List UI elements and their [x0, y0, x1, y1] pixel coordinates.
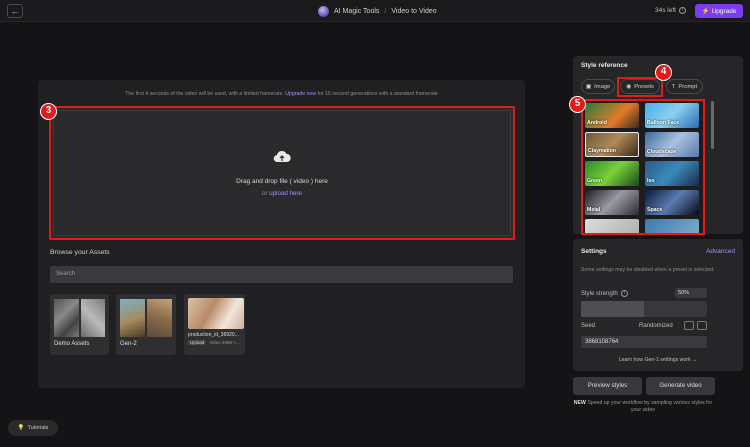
marker-5: 5: [569, 96, 586, 113]
video-dropzone[interactable]: Drag and drop file ( video ) here or upl…: [49, 106, 515, 240]
tab-label: Prompt: [678, 83, 698, 90]
slider-fill: [581, 301, 644, 317]
upload-cloud-icon: [273, 150, 291, 163]
thumbnail: [147, 299, 172, 337]
preset-label: Cloudscape: [647, 149, 677, 155]
breadcrumb-app[interactable]: AI Magic Tools: [334, 8, 379, 15]
upgrade-now-link[interactable]: Upgrade now: [285, 91, 316, 97]
info-icon[interactable]: i: [678, 7, 686, 14]
breadcrumb: AI Magic Tools / Video to Video: [318, 4, 437, 18]
learn-settings-link[interactable]: Learn how Gen-1 settings work →: [573, 357, 743, 363]
seed-label: Seed: [581, 323, 596, 329]
advanced-toggle[interactable]: Advanced: [706, 248, 735, 255]
top-bar: ← AI Magic Tools / Video to Video 34s le…: [0, 0, 750, 22]
browse-assets-title: Browse your Assets: [50, 249, 110, 256]
video-meta: Upload Video 4096 ×...: [188, 340, 240, 345]
tab-prompt[interactable]: T Prompt: [666, 79, 703, 94]
upload-link[interactable]: upload here: [269, 190, 302, 197]
preset-metal[interactable]: Metal: [585, 190, 639, 215]
preset-android[interactable]: Android: [585, 103, 639, 128]
thumbnail: [80, 299, 105, 337]
info-icon[interactable]: i: [620, 290, 628, 297]
preset-label: Metal: [587, 207, 601, 213]
marker-4: 4: [655, 64, 672, 81]
new-badge: NEW: [573, 400, 586, 406]
style-strength-label: Style strength i: [581, 290, 628, 297]
style-strength-slider[interactable]: [581, 301, 707, 317]
dropzone-inner: [53, 110, 511, 236]
preset-label: Claymation: [588, 148, 616, 154]
upgrade-label: Upgrade: [711, 7, 737, 15]
presets-grid: Android Balloon Face Claymation Cloudsca…: [581, 99, 705, 235]
preset-cloudscape[interactable]: Cloudscape: [645, 132, 699, 157]
marker-3: 3: [40, 103, 57, 120]
asset-video-item[interactable]: production_id_36920... Upload Video 4096…: [184, 294, 245, 355]
speed-up-note: NEW Speed up your workflow by sampling v…: [573, 400, 713, 414]
tutorials-button[interactable]: 💡 Tutorials: [8, 420, 58, 436]
presets-scrollbar[interactable]: [711, 101, 714, 149]
lightbulb-icon: 💡: [17, 425, 25, 431]
image-icon: ▣: [585, 83, 592, 90]
tab-image[interactable]: ▣ Image: [581, 79, 615, 94]
speed-up-text: Speed up your workflow by sampling vario…: [587, 400, 713, 413]
drop-or: or: [262, 190, 268, 197]
upload-tag: Upload: [188, 340, 207, 345]
preset-label: Green: [587, 178, 602, 184]
breadcrumb-page: Video to Video: [391, 7, 437, 15]
folder-thumbnails: [120, 299, 172, 337]
preset-space[interactable]: Space: [645, 190, 699, 215]
preset-partial[interactable]: [585, 219, 639, 233]
style-strength-input[interactable]: 50%: [675, 288, 707, 298]
preset-iso[interactable]: Iso: [645, 161, 699, 186]
breadcrumb-separator: /: [384, 7, 387, 15]
video-name: production_id_36920...: [188, 332, 239, 338]
preset-balloon-face[interactable]: Balloon Face: [645, 103, 699, 128]
lock-icon[interactable]: [697, 321, 707, 330]
video-meta-text: Video 4096 ×...: [209, 340, 240, 345]
arrow-left-icon[interactable]: ←: [7, 4, 23, 18]
preset-label: Iso: [647, 178, 655, 184]
preset-label: Space: [647, 207, 663, 213]
main-panel: The first 4 seconds of the video will be…: [38, 80, 525, 388]
folder-thumbnails: [54, 299, 105, 337]
asset-folder-demo[interactable]: Demo Assets: [50, 294, 109, 355]
preset-claymation[interactable]: Claymation: [585, 132, 639, 157]
style-strength-text: Style strength: [581, 290, 618, 297]
folder-label: Gen-2: [120, 341, 137, 347]
upgrade-button[interactable]: ⚡ Upgrade: [695, 4, 743, 18]
notice-text-end: for 15 second generations with a standar…: [317, 91, 438, 97]
highlight-presets-box: [617, 77, 663, 97]
assets-search-input[interactable]: Search: [50, 266, 513, 283]
asset-folder-gen2[interactable]: Gen-2: [116, 294, 176, 355]
credits-text: 34s left: [655, 7, 676, 14]
settings-note: Some settings may be disabled when a pre…: [581, 267, 715, 273]
text-icon: T: [671, 83, 676, 90]
randomize-toggle[interactable]: [684, 321, 694, 330]
thumbnail: [120, 299, 145, 337]
drop-title: Drag and drop file ( video ) here: [236, 178, 328, 185]
randomized-label: Randomized: [639, 323, 673, 329]
settings-panel: Settings Advanced Some settings may be d…: [573, 239, 743, 371]
tab-label: Image: [594, 83, 611, 90]
lightning-icon: ⚡: [701, 8, 710, 15]
app-avatar: [318, 5, 329, 17]
preset-partial[interactable]: [645, 219, 699, 233]
thumbnail: [54, 299, 79, 337]
tutorials-label: Tutorials: [27, 425, 49, 431]
seed-input[interactable]: 3868108764: [581, 336, 707, 348]
preset-green[interactable]: Green: [585, 161, 639, 186]
video-thumbnail: [188, 298, 244, 329]
style-reference-title: Style reference: [581, 62, 628, 69]
drop-subtitle: or upload here: [51, 190, 513, 197]
credits-remaining: 34s left i: [655, 7, 686, 14]
notice-text: The first 4 seconds of the video will be…: [125, 91, 284, 97]
generate-video-button[interactable]: Generate video: [646, 377, 715, 395]
folder-label: Demo Assets: [54, 341, 90, 347]
preset-label: Android: [587, 120, 607, 126]
framerate-notice: The first 4 seconds of the video will be…: [38, 91, 525, 97]
preset-label: Balloon Face: [647, 120, 680, 126]
preview-styles-button[interactable]: Preview styles: [573, 377, 642, 395]
settings-title: Settings: [581, 248, 607, 255]
